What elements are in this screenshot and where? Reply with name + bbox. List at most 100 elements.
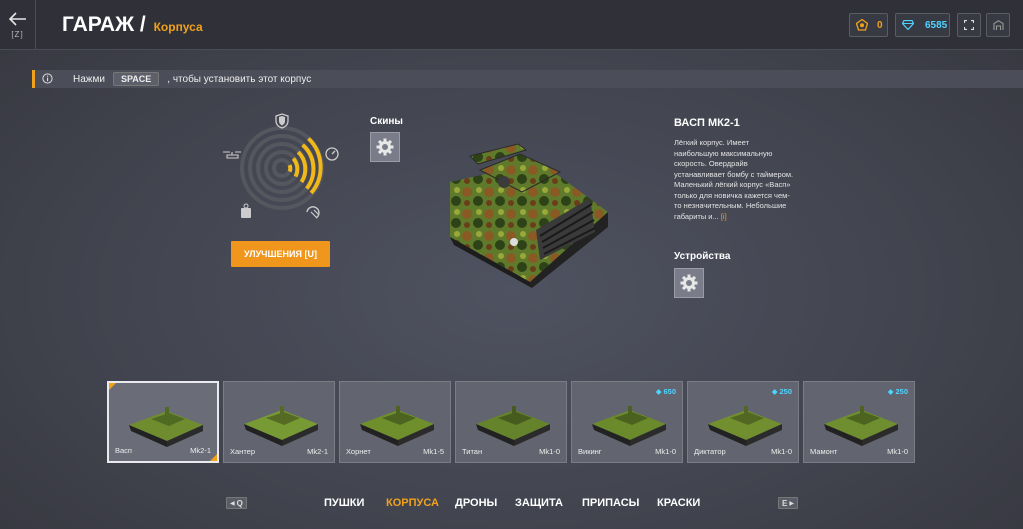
hull-stats-dial xyxy=(223,113,339,219)
crystal-icon xyxy=(902,20,914,30)
card-hull-name: Мамонт xyxy=(810,447,838,456)
selected-corner-marker xyxy=(210,454,217,461)
hull-thumbnail xyxy=(360,406,434,446)
device-slot-button[interactable] xyxy=(674,268,704,298)
garage-exit-icon xyxy=(992,19,1004,30)
selected-corner-marker xyxy=(109,383,116,390)
hull-thumbnail xyxy=(476,406,550,446)
upgrades-button[interactable]: УЛУЧШЕНИЯ [U] xyxy=(231,241,330,267)
hint-suffix: , чтобы установить этот корпус xyxy=(167,73,312,85)
crystal-icon: ◆ xyxy=(771,387,778,396)
hull-thumbnail xyxy=(824,406,898,446)
armor-shield-icon xyxy=(275,113,289,129)
hull-thumbnail xyxy=(244,406,318,446)
hull-preview-image xyxy=(450,143,608,288)
fullscreen-icon xyxy=(964,20,974,30)
hint-bar: Нажми SPACE , чтобы установить этот корп… xyxy=(32,70,1023,88)
crystal-icon: ◆ xyxy=(655,387,662,396)
hull-card-0[interactable]: Васп Mk2-1 xyxy=(107,381,219,463)
hull-thumbnail xyxy=(592,406,666,446)
hull-thumbnail xyxy=(129,407,203,447)
skins-label: Скины xyxy=(370,116,403,127)
chevron-left-icon: ◀ xyxy=(230,500,235,507)
hull-description-line: то незначительным. Небольшие xyxy=(674,201,787,210)
card-hull-mk: Mk2-1 xyxy=(307,447,328,456)
fullscreen-button[interactable] xyxy=(957,13,981,37)
speed-gauge-icon xyxy=(325,147,339,161)
page-title-main: ГАРАЖ / xyxy=(62,13,146,36)
hull-description-line: Маленький лёгкий корпус «Васп» xyxy=(674,180,791,189)
hull-card-2[interactable]: Хорнет Mk1-5 xyxy=(339,381,451,463)
stars-value: 0 xyxy=(877,19,883,31)
card-price-value: 250 xyxy=(895,387,908,396)
tab-1[interactable]: КОРПУСА xyxy=(386,497,439,509)
card-hull-mk: Mk1-5 xyxy=(423,447,444,456)
tab-4[interactable]: ПРИПАСЫ xyxy=(582,497,639,509)
card-hull-name: Васп xyxy=(115,446,132,455)
category-nav: ◀ Q ПУШКИ КОРПУСА ДРОНЫ ЗАЩИТА ПРИПАСЫ КРАСКИ… xyxy=(0,494,1023,514)
space-key-badge: SPACE xyxy=(112,72,160,86)
hull-description-line: устанавливает бомбу с таймером. xyxy=(674,169,794,179)
top-bar: [Z] ГАРАЖ / Корпуса 0 6585 xyxy=(0,0,1023,50)
hull-card-1[interactable]: Хантер Mk2-1 xyxy=(223,381,335,463)
exit-garage-button[interactable] xyxy=(986,13,1010,37)
hull-description-line: наибольшую максимальную xyxy=(674,148,773,158)
card-hull-mk: Mk1-0 xyxy=(887,447,908,456)
card-hull-mk: Mk2-1 xyxy=(190,446,211,455)
hull-description-line: скорость. Овердрайв xyxy=(674,159,748,168)
card-hull-name: Викинг xyxy=(578,447,602,456)
hull-description: Лёгкий корпус. Имеет наибольшую максимал… xyxy=(674,138,804,222)
hull-name: ВАСП МК2-1 xyxy=(674,117,740,129)
hull-description-line: Лёгкий корпус. Имеет xyxy=(674,138,749,147)
hull-card-3[interactable]: Титан Mk1-0 xyxy=(455,381,567,463)
more-info-link[interactable]: [i] xyxy=(721,212,727,221)
arrow-left-icon xyxy=(8,11,26,26)
tab-3[interactable]: ЗАЩИТА xyxy=(515,497,563,509)
info-icon xyxy=(42,73,53,84)
card-hull-mk: Mk1-0 xyxy=(771,447,792,456)
back-button[interactable]: [Z] xyxy=(0,0,36,50)
card-hull-mk: Mk1-0 xyxy=(655,447,676,456)
card-price: ◆ 250 xyxy=(772,387,792,396)
hull-thumbnail xyxy=(708,406,782,446)
weight-icon xyxy=(241,203,251,218)
skin-slot-button[interactable] xyxy=(370,132,400,162)
card-hull-name: Диктатор xyxy=(694,447,726,456)
next-category-key[interactable]: E ▶ xyxy=(778,497,798,509)
card-hull-name: Хантер xyxy=(230,447,256,456)
stars-counter[interactable]: 0 xyxy=(849,13,888,37)
hull-description-line: только для новичка кажется чем- xyxy=(674,190,790,200)
crystal-icon: ◆ xyxy=(887,387,894,396)
hull-description-line: габариты и... [i] xyxy=(674,212,804,223)
hull-card-5[interactable]: ◆ 250 Диктатор Mk1-0 xyxy=(687,381,799,463)
tab-0[interactable]: ПУШКИ xyxy=(324,497,364,509)
next-key-label: E xyxy=(782,498,788,508)
star-badge-icon xyxy=(856,19,868,31)
prev-category-key[interactable]: ◀ Q xyxy=(226,497,247,509)
turn-speed-icon xyxy=(306,206,320,219)
hull-card-6[interactable]: ◆ 250 Мамонт Mk1-0 xyxy=(803,381,915,463)
card-price: ◆ 250 xyxy=(888,387,908,396)
drone-icon xyxy=(223,151,241,159)
card-price-value: 250 xyxy=(779,387,792,396)
page-subtitle: Корпуса xyxy=(153,20,203,34)
tab-5[interactable]: КРАСКИ xyxy=(657,497,700,509)
card-hull-name: Титан xyxy=(462,447,483,456)
crystals-counter[interactable]: 6585 xyxy=(895,13,950,37)
card-hull-name: Хорнет xyxy=(346,447,371,456)
chevron-right-icon: ▶ xyxy=(789,500,794,507)
hull-card-4[interactable]: ◆ 650 Викинг Mk1-0 xyxy=(571,381,683,463)
card-price-value: 650 xyxy=(663,387,676,396)
card-hull-mk: Mk1-0 xyxy=(539,447,560,456)
prev-key-label: Q xyxy=(236,498,243,508)
hint-prefix: Нажми xyxy=(73,73,105,85)
gear-icon xyxy=(376,138,394,156)
crystals-value: 6585 xyxy=(925,19,948,31)
devices-label: Устройства xyxy=(674,251,731,262)
tab-2[interactable]: ДРОНЫ xyxy=(455,497,497,509)
hull-description-last: габариты и... xyxy=(674,211,719,221)
card-price: ◆ 650 xyxy=(656,387,676,396)
gear-icon xyxy=(680,274,698,292)
page-title: ГАРАЖ / Корпуса xyxy=(62,13,203,37)
back-hotkey: [Z] xyxy=(11,29,24,39)
